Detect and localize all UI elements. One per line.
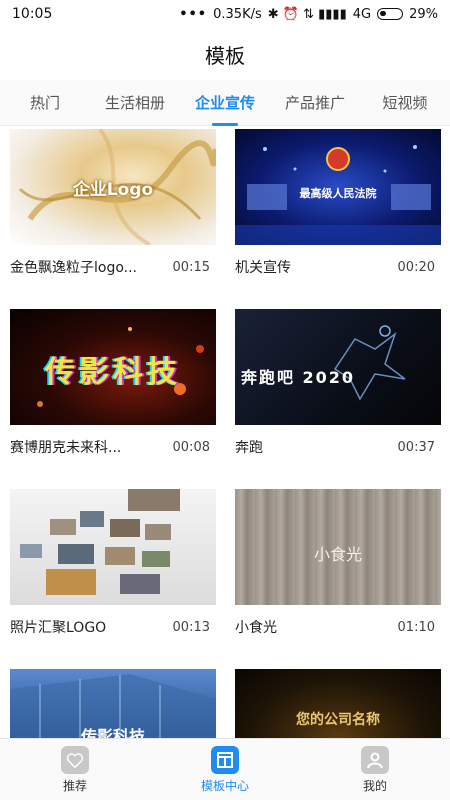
more-dots-icon: •••: [179, 6, 208, 22]
nav-label: 模板中心: [200, 778, 249, 793]
status-icons: ✱ ⏰ ⇅ ▮▮▮▮: [267, 6, 347, 22]
tab-product[interactable]: 产品推广: [270, 80, 360, 126]
template-card[interactable]: 企业Logo 金色飘逸粒子logo... 00:15: [10, 129, 216, 291]
category-tabs: 热门 生活相册 企业宣传 产品推广 短视频: [0, 80, 450, 126]
nav-mine[interactable]: 我的: [300, 739, 450, 800]
thumb-overlay-text: 最高级人民法院: [299, 187, 377, 200]
thumb-overlay-text: 您的公司名称: [296, 712, 380, 728]
template-card[interactable]: 最高级人民法院 机关宣传 00:20: [235, 129, 441, 291]
template-card[interactable]: 传影科技 赛博朋克未来科... 00:08: [10, 309, 216, 471]
status-right: ••• 0.35K/s ✱ ⏰ ⇅ ▮▮▮▮ 4G 29%: [179, 7, 438, 22]
thumb-overlay-text: 奔跑吧 2020: [240, 368, 356, 387]
template-duration: 00:08: [172, 439, 210, 455]
bottom-nav: 推荐 模板中心 我的: [0, 738, 450, 800]
page-title-bar: 模板: [0, 28, 450, 80]
template-thumbnail[interactable]: 企业Logo: [10, 129, 216, 245]
template-caption: 机关宣传 00:20: [235, 245, 441, 289]
template-duration: 01:10: [397, 619, 435, 635]
tab-hot[interactable]: 热门: [0, 80, 90, 126]
template-thumbnail[interactable]: 传影科技: [10, 669, 216, 738]
template-card[interactable]: 照片汇聚LOGO 00:13: [10, 489, 216, 651]
nav-label: 推荐: [62, 778, 87, 793]
thumb-overlay-text: 企业Logo: [72, 180, 154, 200]
template-thumbnail[interactable]: 小食光: [235, 489, 441, 605]
template-thumbnail[interactable]: [10, 489, 216, 605]
user-icon: [361, 745, 389, 774]
page-title: 模板: [205, 43, 245, 68]
tab-enterprise[interactable]: 企业宣传: [180, 80, 270, 126]
template-name: 小食光: [235, 620, 277, 636]
template-thumbnail[interactable]: 您的公司名称: [235, 669, 441, 738]
template-duration: 00:13: [172, 619, 210, 635]
template-duration: 00:20: [397, 259, 435, 275]
template-thumbnail[interactable]: 传影科技: [10, 309, 216, 425]
template-card[interactable]: 传影科技: [10, 669, 216, 738]
template-thumbnail[interactable]: 最高级人民法院: [235, 129, 441, 245]
thumb-overlay-text: 传影科技: [80, 727, 145, 738]
template-duration: 00:37: [397, 439, 435, 455]
network-speed: 0.35K/s: [213, 6, 262, 22]
nav-template-center[interactable]: 模板中心: [150, 739, 300, 800]
template-thumbnail[interactable]: 奔跑吧 2020: [235, 309, 441, 425]
template-caption: 奔跑 00:37: [235, 425, 441, 469]
photo-collage-art: [20, 489, 180, 595]
tab-short-video[interactable]: 短视频: [360, 80, 450, 126]
template-name: 照片汇聚LOGO: [10, 620, 107, 636]
status-bar: 10:05 ••• 0.35K/s ✱ ⏰ ⇅ ▮▮▮▮ 4G 29%: [0, 0, 450, 28]
template-card[interactable]: 小食光 小食光 01:10: [235, 489, 441, 651]
template-caption: 赛博朋克未来科... 00:08: [10, 425, 216, 469]
template-caption: 小食光 01:10: [235, 605, 441, 649]
thumb-overlay-text: 传影科技: [45, 355, 181, 390]
template-duration: 00:15: [172, 259, 210, 275]
template-caption: 照片汇聚LOGO 00:13: [10, 605, 216, 649]
network-type: 4G: [352, 6, 372, 22]
template-icon: [211, 745, 239, 774]
tab-life-album[interactable]: 生活相册: [90, 80, 180, 126]
battery-icon: [377, 8, 404, 20]
thumb-overlay-text: 小食光: [313, 545, 362, 564]
template-caption: 金色飘逸粒子logo... 00:15: [10, 245, 216, 289]
template-name: 奔跑: [235, 440, 263, 456]
template-name: 金色飘逸粒子logo...: [10, 260, 138, 276]
nav-recommend[interactable]: 推荐: [0, 739, 150, 800]
template-name: 机关宣传: [235, 260, 291, 276]
heart-icon: [61, 745, 89, 774]
battery-level: 29%: [409, 6, 438, 22]
status-time: 10:05: [12, 6, 53, 22]
template-card[interactable]: 奔跑吧 2020 奔跑 00:37: [235, 309, 441, 471]
nav-label: 我的: [362, 778, 387, 793]
template-name: 赛博朋克未来科...: [10, 440, 122, 456]
template-grid: 企业Logo 金色飘逸粒子logo... 00:15 最高级人民法院 机关宣传 …: [0, 126, 450, 738]
template-card[interactable]: 您的公司名称: [235, 669, 441, 738]
